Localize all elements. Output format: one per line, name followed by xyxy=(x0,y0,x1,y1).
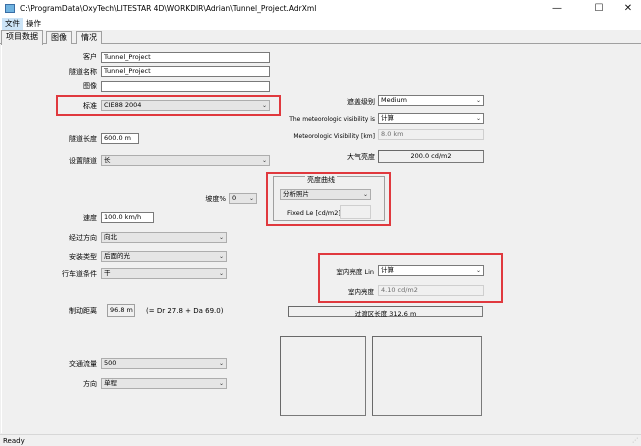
speed-input[interactable]: 100.0 km/h xyxy=(101,212,154,223)
image-label: 图像 xyxy=(83,82,97,90)
direction-label: 经过方向 xyxy=(69,234,97,242)
braking-formula: (= Dr 27.8 + Da 69.0) xyxy=(146,307,224,315)
chevron-down-icon: ⌄ xyxy=(261,102,267,109)
chevron-down-icon: ⌄ xyxy=(248,195,254,202)
resize-grip-icon[interactable]: ⋰ xyxy=(632,437,640,445)
client-input[interactable]: Tunnel_Project xyxy=(101,52,270,63)
chevron-down-icon: ⌄ xyxy=(218,360,224,367)
orientation-label: 方向 xyxy=(83,380,97,388)
interior-lum-lin-select[interactable]: 计算 ⌄ xyxy=(378,265,484,276)
tunnel-length-input[interactable]: 600.0 m xyxy=(101,133,139,144)
luminance-curve-value: 分析照片 xyxy=(283,190,309,198)
app-icon xyxy=(5,4,15,13)
atmos-luminance-box: 200.0 cd/m2 xyxy=(378,150,484,163)
met-visibility-label: The meteorologic visibility is xyxy=(289,116,375,123)
setup-tunnel-select[interactable]: 长 ⌄ xyxy=(101,155,270,166)
standard-value: CIE88 2004 xyxy=(104,101,142,109)
direction-value: 向北 xyxy=(104,233,117,241)
fixed-le-label: Fixed Le [cd/m2] xyxy=(287,209,341,217)
slope-label: 坡度% xyxy=(205,195,226,203)
interior-lum-input: 4.10 cd/m2 xyxy=(378,285,484,296)
preview-panel-right xyxy=(372,336,482,416)
install-type-value: 后面的光 xyxy=(104,252,130,260)
chevron-down-icon: ⌄ xyxy=(218,234,224,241)
luminance-curve-select[interactable]: 分析照片 ⌄ xyxy=(280,189,371,200)
menu-file[interactable]: 文件 xyxy=(2,18,23,30)
luminance-curve-title: 亮度曲线 xyxy=(305,176,337,185)
setup-tunnel-label: 设置隧道 xyxy=(69,157,97,165)
tab-image[interactable]: 图像 xyxy=(46,31,72,44)
orientation-value: 单程 xyxy=(104,379,117,387)
fixed-le-input xyxy=(340,205,371,219)
status-bar: Ready ⋰ xyxy=(0,434,641,446)
met-visibility-select[interactable]: 计算 ⌄ xyxy=(378,113,484,124)
chevron-down-icon: ⌄ xyxy=(475,97,481,104)
braking-distance-value: 96.8 m xyxy=(107,304,135,317)
chevron-down-icon: ⌄ xyxy=(261,157,267,164)
standard-select[interactable]: CIE88 2004 ⌄ xyxy=(101,100,270,111)
occlusion-level-label: 遮盖级别 xyxy=(347,98,375,106)
chevron-down-icon: ⌄ xyxy=(475,115,481,122)
chevron-down-icon: ⌄ xyxy=(362,191,368,198)
install-type-select[interactable]: 后面的光 ⌄ xyxy=(101,251,227,262)
install-type-label: 安装类型 xyxy=(69,253,97,261)
orientation-select[interactable]: 单程 ⌄ xyxy=(101,378,227,389)
tab-situation[interactable]: 情况 xyxy=(76,31,102,44)
menu-operate[interactable]: 操作 xyxy=(23,18,44,30)
tunnel-name-label: 隧道名称 xyxy=(69,68,97,76)
image-input[interactable] xyxy=(101,81,270,92)
lane-condition-select[interactable]: 干 ⌄ xyxy=(101,268,227,279)
atmos-luminance-value: 200.0 cd/m2 xyxy=(410,152,452,160)
window-title: C:\ProgramData\OxyTech\LITESTAR 4D\WORKD… xyxy=(20,4,317,13)
slope-value: 0 xyxy=(232,194,237,202)
chevron-down-icon: ⌄ xyxy=(218,380,224,387)
lane-condition-value: 干 xyxy=(104,269,111,277)
met-visibility-km-input: 8.0 km xyxy=(378,129,484,140)
interior-lum-lin-label: 室内亮度 Lin xyxy=(336,268,374,276)
lane-condition-label: 行车道条件 xyxy=(62,270,97,278)
transition-zone-bar: 过渡区长度 312.6 m xyxy=(288,306,483,318)
tab-bar: 项目数据 图像 情况 xyxy=(0,30,641,45)
traffic-flow-value: 500 xyxy=(104,359,117,367)
occlusion-level-select[interactable]: Medium ⌄ xyxy=(378,95,484,106)
minimize-button[interactable]: — xyxy=(545,0,569,18)
slope-select[interactable]: 0 ⌄ xyxy=(229,193,257,204)
transition-zone-label: 过渡区长度 312.6 m xyxy=(354,310,417,318)
preview-panel-left xyxy=(280,336,366,416)
title-bar: C:\ProgramData\OxyTech\LITESTAR 4D\WORKD… xyxy=(0,0,641,18)
client-label: 客户 xyxy=(83,53,97,61)
traffic-flow-select[interactable]: 500 ⌄ xyxy=(101,358,227,369)
maximize-button[interactable]: ☐ xyxy=(587,0,611,18)
speed-label: 速度 xyxy=(83,214,97,222)
atmos-luminance-label: 大气亮度 xyxy=(347,153,375,161)
tab-project-data[interactable]: 项目数据 xyxy=(1,30,43,45)
chevron-down-icon: ⌄ xyxy=(218,270,224,277)
met-visibility-value: 计算 xyxy=(381,114,394,122)
interior-lum-label: 室内亮度 xyxy=(348,288,374,296)
tunnel-name-input[interactable]: Tunnel_Project xyxy=(101,66,270,77)
chevron-down-icon: ⌄ xyxy=(475,267,481,274)
occlusion-level-value: Medium xyxy=(381,96,407,104)
close-button[interactable]: ✕ xyxy=(616,0,640,18)
standard-label: 标准 xyxy=(83,102,97,110)
traffic-flow-label: 交通流量 xyxy=(69,360,97,368)
met-visibility-km-label: Meteorologic Visibility [km] xyxy=(293,133,375,140)
menu-bar: 文件 操作 xyxy=(0,18,641,30)
interior-lum-lin-value: 计算 xyxy=(381,266,394,274)
status-text: Ready xyxy=(3,437,25,445)
chevron-down-icon: ⌄ xyxy=(218,253,224,260)
setup-tunnel-value: 长 xyxy=(104,156,111,164)
braking-distance-label: 制动距离 xyxy=(69,307,97,315)
direction-select[interactable]: 向北 ⌄ xyxy=(101,232,227,243)
tunnel-length-label: 隧道长度 xyxy=(69,135,97,143)
